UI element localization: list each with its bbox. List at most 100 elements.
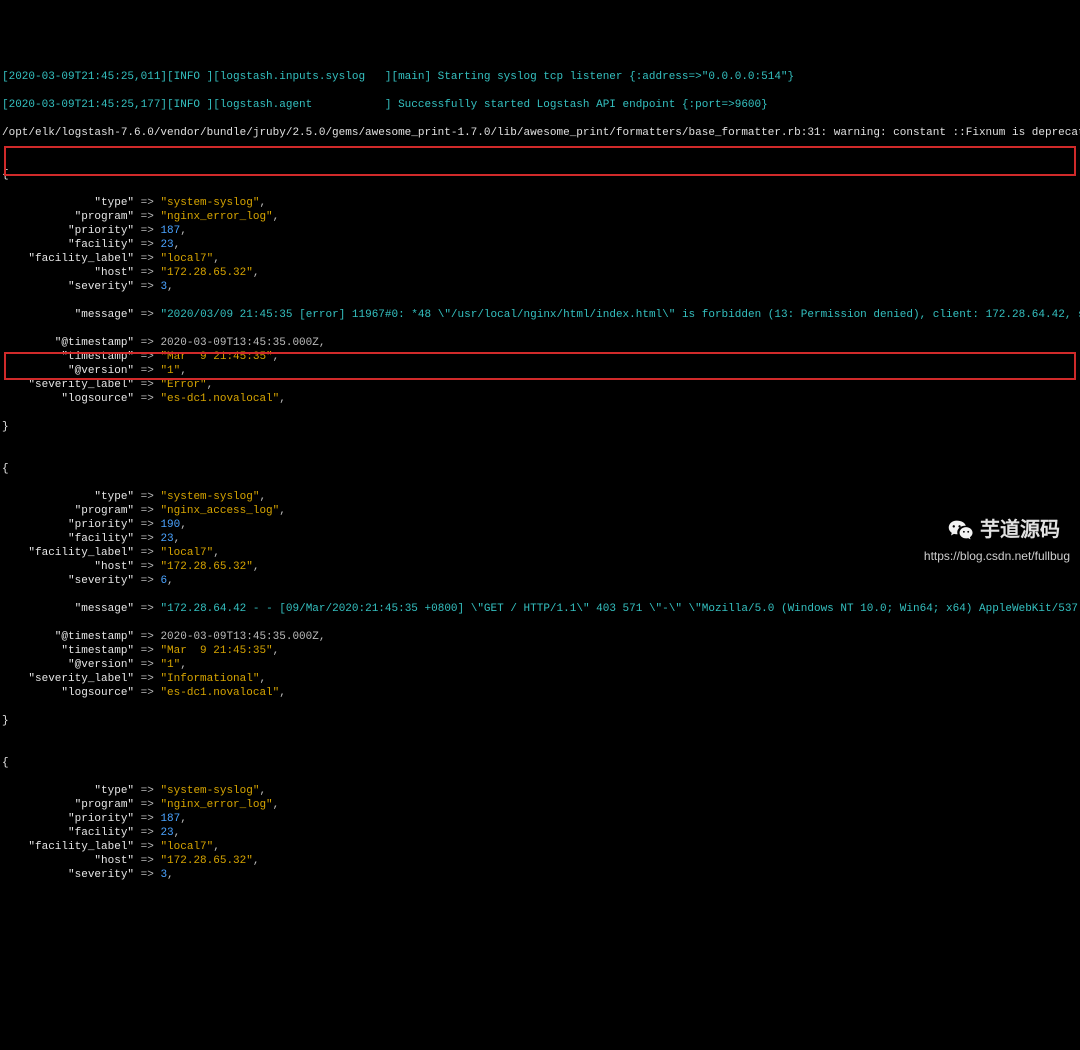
kv-value: 23 bbox=[160, 533, 173, 545]
kv-key: "type" bbox=[2, 491, 134, 503]
kv-row: "type" => "system-syslog", bbox=[2, 490, 1078, 504]
kv-key: "host" bbox=[2, 267, 134, 279]
kv-key: "logsource" bbox=[2, 687, 134, 699]
log-line: [2020-03-09T21:45:25,177][INFO ][logstas… bbox=[2, 98, 1078, 112]
kv-row: "@timestamp" => 2020-03-09T13:45:35.000Z… bbox=[2, 336, 1078, 350]
kv-row: "timestamp" => "Mar 9 21:45:35", bbox=[2, 644, 1078, 658]
watermark-text: 芋道源码 bbox=[980, 523, 1060, 537]
kv-key: "host" bbox=[2, 561, 134, 573]
brace-open: { bbox=[2, 168, 1078, 182]
kv-key: "priority" bbox=[2, 225, 134, 237]
kv-row: "message" => "172.28.64.42 - - [09/Mar/2… bbox=[2, 602, 1078, 616]
kv-row: "priority" => 187, bbox=[2, 224, 1078, 238]
watermark: 芋道源码 bbox=[948, 519, 1060, 541]
kv-key: "severity" bbox=[2, 869, 134, 881]
kv-row: "priority" => 190, bbox=[2, 518, 1078, 532]
kv-row: "type" => "system-syslog", bbox=[2, 784, 1078, 798]
kv-key: "program" bbox=[2, 505, 134, 517]
kv-key: "@timestamp" bbox=[2, 337, 134, 349]
kv-key: "facility" bbox=[2, 827, 134, 839]
kv-value: "system-syslog" bbox=[160, 491, 259, 503]
kv-key: "facility" bbox=[2, 533, 134, 545]
kv-value: 23 bbox=[160, 239, 173, 251]
kv-key: "logsource" bbox=[2, 393, 134, 405]
kv-row: "priority" => 187, bbox=[2, 812, 1078, 826]
kv-value: "172.28.65.32" bbox=[160, 561, 252, 573]
brace-close: } bbox=[2, 714, 1078, 728]
kv-row: "program" => "nginx_error_log", bbox=[2, 210, 1078, 224]
kv-value: 190 bbox=[160, 519, 180, 531]
kv-key: "severity" bbox=[2, 575, 134, 587]
kv-value: 23 bbox=[160, 827, 173, 839]
kv-row: "program" => "nginx_error_log", bbox=[2, 798, 1078, 812]
kv-row: "host" => "172.28.65.32", bbox=[2, 560, 1078, 574]
kv-key: "facility" bbox=[2, 239, 134, 251]
kv-key: "program" bbox=[2, 211, 134, 223]
kv-row: "program" => "nginx_access_log", bbox=[2, 504, 1078, 518]
kv-value: "Error" bbox=[160, 379, 206, 391]
kv-key: "program" bbox=[2, 799, 134, 811]
kv-value: "es-dc1.novalocal" bbox=[160, 393, 279, 405]
kv-row: "host" => "172.28.65.32", bbox=[2, 854, 1078, 868]
kv-row: "facility_label" => "local7", bbox=[2, 546, 1078, 560]
kv-row: "@version" => "1", bbox=[2, 364, 1078, 378]
kv-value: "1" bbox=[160, 365, 180, 377]
kv-value: "2020/03/09 21:45:35 [error] 11967#0: *4… bbox=[160, 309, 1080, 321]
kv-row: "logsource" => "es-dc1.novalocal", bbox=[2, 392, 1078, 406]
kv-value: 187 bbox=[160, 225, 180, 237]
kv-row: "facility_label" => "local7", bbox=[2, 252, 1078, 266]
kv-value: "local7" bbox=[160, 547, 213, 559]
kv-row: "severity_label" => "Error", bbox=[2, 378, 1078, 392]
kv-row: "facility_label" => "local7", bbox=[2, 840, 1078, 854]
kv-row: "@version" => "1", bbox=[2, 658, 1078, 672]
brace-open: { bbox=[2, 462, 1078, 476]
kv-key: "severity" bbox=[2, 281, 134, 293]
kv-key: "type" bbox=[2, 785, 134, 797]
kv-row: "message" => "2020/03/09 21:45:35 [error… bbox=[2, 308, 1078, 322]
log-line: /opt/elk/logstash-7.6.0/vendor/bundle/jr… bbox=[2, 126, 1078, 140]
kv-value: 2020-03-09T13:45:35.000Z bbox=[160, 631, 318, 643]
kv-row: "host" => "172.28.65.32", bbox=[2, 266, 1078, 280]
kv-key: "priority" bbox=[2, 519, 134, 531]
kv-value: "172.28.64.42 - - [09/Mar/2020:21:45:35 … bbox=[160, 603, 1080, 615]
kv-key: "message" bbox=[75, 309, 134, 321]
kv-key: "priority" bbox=[2, 813, 134, 825]
kv-value: 6 bbox=[160, 575, 167, 587]
brace-close: } bbox=[2, 420, 1078, 434]
kv-key: "timestamp" bbox=[2, 645, 134, 657]
kv-row: "timestamp" => "Mar 9 21:45:35", bbox=[2, 350, 1078, 364]
kv-row: "type" => "system-syslog", bbox=[2, 196, 1078, 210]
kv-key: "type" bbox=[2, 197, 134, 209]
kv-row: "severity" => 3, bbox=[2, 868, 1078, 882]
footer-link: https://blog.csdn.net/fullbug bbox=[924, 549, 1070, 563]
kv-value: 2020-03-09T13:45:35.000Z bbox=[160, 337, 318, 349]
kv-value: "1" bbox=[160, 659, 180, 671]
kv-key: "@version" bbox=[2, 365, 134, 377]
kv-value: "system-syslog" bbox=[160, 197, 259, 209]
kv-row: "facility" => 23, bbox=[2, 826, 1078, 840]
kv-row: "severity" => 3, bbox=[2, 280, 1078, 294]
kv-key: "host" bbox=[2, 855, 134, 867]
kv-value: "Informational" bbox=[160, 673, 259, 685]
kv-key: "facility_label" bbox=[2, 841, 134, 853]
kv-row: "facility" => 23, bbox=[2, 532, 1078, 546]
kv-row: "@timestamp" => 2020-03-09T13:45:35.000Z… bbox=[2, 630, 1078, 644]
kv-value: "system-syslog" bbox=[160, 785, 259, 797]
kv-value: "172.28.65.32" bbox=[160, 855, 252, 867]
kv-value: "nginx_access_log" bbox=[160, 505, 279, 517]
wechat-icon bbox=[948, 519, 974, 541]
kv-value: "nginx_error_log" bbox=[160, 211, 272, 223]
kv-value: "Mar 9 21:45:35" bbox=[160, 351, 272, 363]
kv-value: 187 bbox=[160, 813, 180, 825]
kv-value: "nginx_error_log" bbox=[160, 799, 272, 811]
kv-row: "severity" => 6, bbox=[2, 574, 1078, 588]
kv-key: "facility_label" bbox=[2, 253, 134, 265]
kv-key: "@version" bbox=[2, 659, 134, 671]
kv-value: 3 bbox=[160, 869, 167, 881]
terminal-output: [2020-03-09T21:45:25,011][INFO ][logstas… bbox=[0, 56, 1080, 896]
kv-row: "facility" => 23, bbox=[2, 238, 1078, 252]
kv-row: "logsource" => "es-dc1.novalocal", bbox=[2, 686, 1078, 700]
kv-value: "local7" bbox=[160, 253, 213, 265]
brace-open: { bbox=[2, 756, 1078, 770]
kv-key: "facility_label" bbox=[2, 547, 134, 559]
